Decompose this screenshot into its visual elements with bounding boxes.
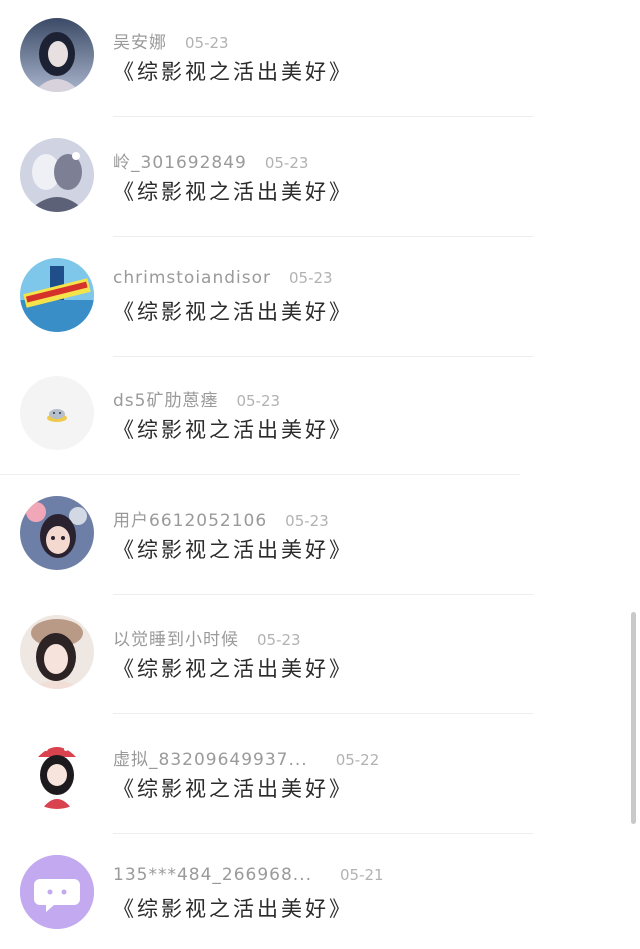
username[interactable]: 岭_301692849 (113, 153, 247, 173)
username[interactable]: 虚拟_83209649937... (113, 750, 308, 770)
list-item[interactable]: 虚拟_83209649937... 05-22 《综影视之活出美好》 (0, 717, 640, 835)
comment-date: 05-23 (264, 154, 309, 172)
comment-meta: 135***484_266968... 05-21 (113, 865, 384, 885)
comment-meta: 以觉睡到小时候 05-23 (113, 625, 301, 650)
list-item[interactable]: 用户6612052106 05-23 《综影视之活出美好》 (0, 478, 640, 596)
username[interactable]: 吴安娜 (113, 33, 167, 53)
username[interactable]: 135***484_266968... (113, 865, 312, 885)
comment-date: 05-23 (289, 269, 333, 287)
comment-meta: 岭_301692849 05-23 (113, 148, 308, 173)
comment-text: 《综影视之活出美好》 (113, 418, 353, 442)
username[interactable]: 用户6612052106 (113, 511, 267, 531)
list-item[interactable]: 岭_301692849 05-23 《综影视之活出美好》 (0, 120, 640, 238)
comment-date: 05-23 (257, 631, 301, 649)
comment-date: 05-23 (185, 34, 229, 52)
divider (113, 116, 533, 117)
avatar[interactable] (20, 615, 94, 689)
comment-text: 《综影视之活出美好》 (113, 777, 353, 801)
comment-date: 05-21 (340, 866, 384, 884)
comment-text: 《综影视之活出美好》 (113, 60, 353, 84)
avatar[interactable] (20, 376, 94, 450)
avatar[interactable] (20, 496, 94, 570)
list-item[interactable]: 135***484_266968... 05-21 《综影视之活出美好》 (0, 837, 640, 949)
divider (113, 833, 533, 834)
username[interactable]: chrimstoiandisor (113, 268, 271, 288)
divider (113, 236, 533, 237)
divider (0, 474, 520, 475)
list-item[interactable]: 以觉睡到小时候 05-23 《综影视之活出美好》 (0, 597, 640, 715)
comment-text: 《综影视之活出美好》 (113, 657, 353, 681)
avatar[interactable] (20, 138, 94, 212)
divider (113, 594, 533, 595)
comment-text: 《综影视之活出美好》 (113, 300, 353, 324)
comment-meta: ds5矿肋蒽瘗 05-23 (113, 386, 280, 411)
scrollbar[interactable] (631, 612, 636, 824)
list-item[interactable]: 吴安娜 05-23 《综影视之活出美好》 (0, 0, 640, 118)
comment-meta: chrimstoiandisor 05-23 (113, 268, 333, 288)
comment-text: 《综影视之活出美好》 (113, 538, 353, 562)
list-item[interactable]: ds5矿肋蒽瘗 05-23 《综影视之活出美好》 (0, 358, 640, 476)
avatar[interactable] (20, 855, 94, 929)
divider (113, 356, 533, 357)
avatar[interactable] (20, 735, 94, 809)
username[interactable]: ds5矿肋蒽瘗 (113, 391, 218, 411)
avatar[interactable] (20, 258, 94, 332)
comment-text: 《综影视之活出美好》 (113, 180, 353, 204)
comment-date: 05-22 (335, 751, 380, 769)
avatar[interactable] (20, 18, 94, 92)
chat-bubble-icon (20, 855, 94, 929)
comment-meta: 吴安娜 05-23 (113, 28, 229, 53)
comment-text: 《综影视之活出美好》 (113, 897, 353, 921)
comment-meta: 虚拟_83209649937... 05-22 (113, 745, 379, 770)
comment-date: 05-23 (285, 512, 329, 530)
comment-list: 吴安娜 05-23 《综影视之活出美好》 岭_301692849 05-23 《综影… (0, 0, 640, 949)
comment-meta: 用户6612052106 05-23 (113, 506, 329, 531)
comment-date: 05-23 (236, 392, 281, 410)
username[interactable]: 以觉睡到小时候 (113, 630, 239, 650)
list-item[interactable]: chrimstoiandisor 05-23 《综影视之活出美好》 (0, 240, 640, 358)
divider (113, 713, 533, 714)
